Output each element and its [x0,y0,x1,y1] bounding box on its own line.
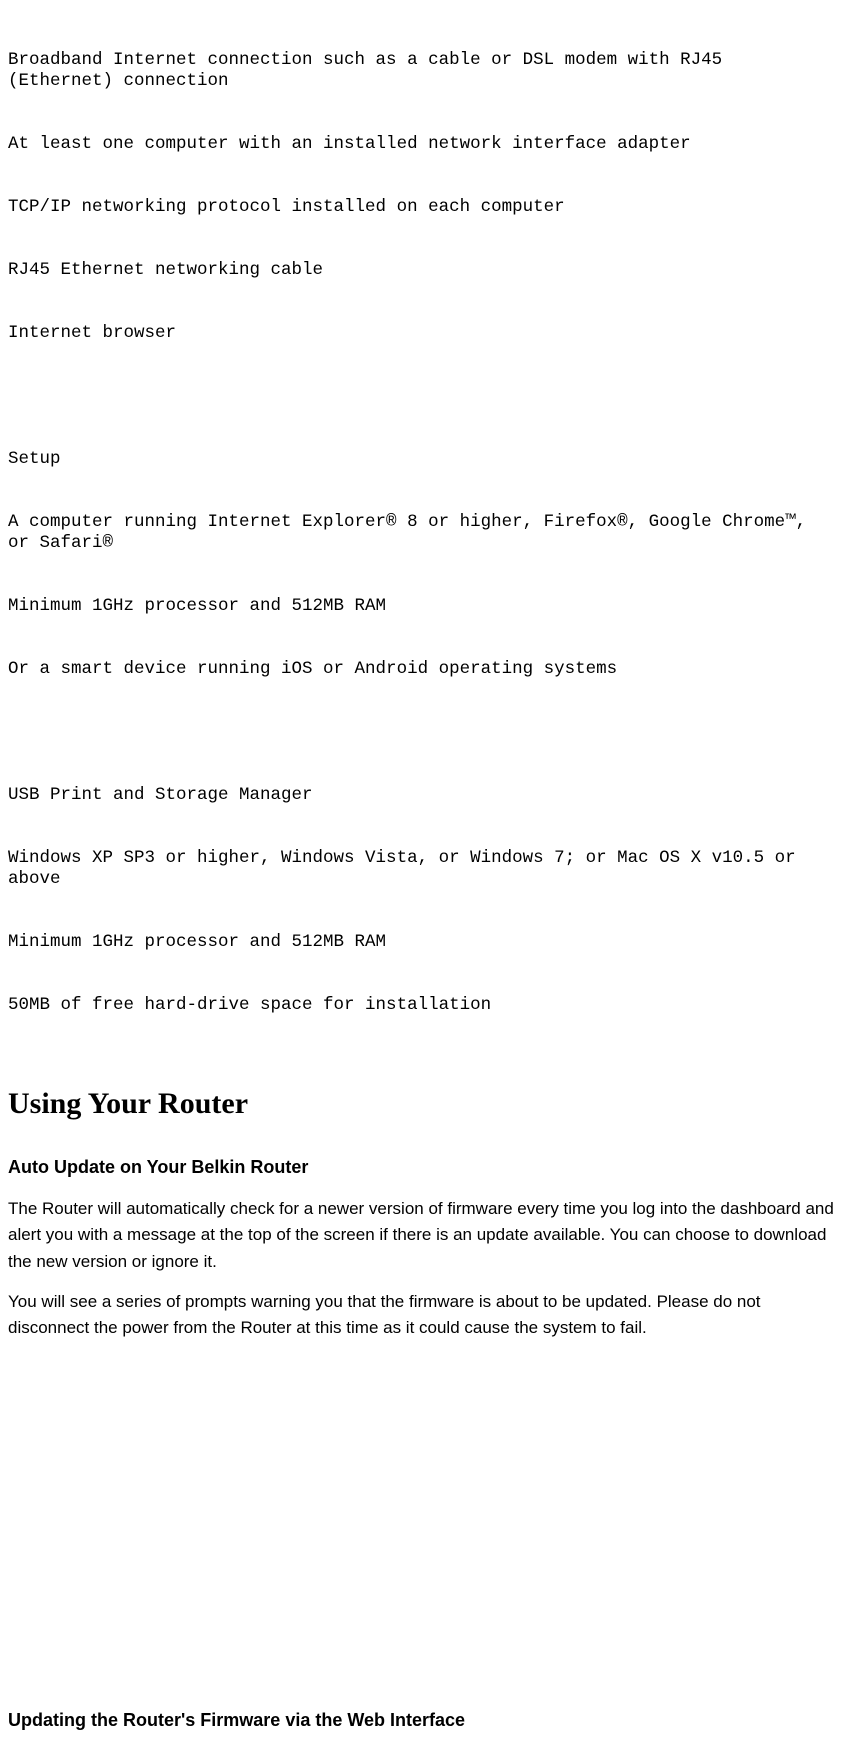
requirement-line: Broadband Internet connection such as a … [8,50,835,92]
subsection-title-updating-firmware: Updating the Router's Firmware via the W… [8,1682,835,1735]
usb-line: 50MB of free hard-drive space for instal… [8,995,835,1016]
requirement-line: RJ45 Ethernet networking cable [8,260,835,281]
body-paragraph: You will see a series of prompts warning… [8,1289,835,1342]
requirement-line: TCP/IP networking protocol installed on … [8,197,835,218]
usb-heading: USB Print and Storage Manager [8,785,835,806]
setup-heading: Setup [8,449,835,470]
subsection-title-auto-update: Auto Update on Your Belkin Router [8,1129,835,1182]
usb-line: Windows XP SP3 or higher, Windows Vista,… [8,848,835,890]
setup-line: A computer running Internet Explorer® 8 … [8,512,835,554]
requirement-line: At least one computer with an installed … [8,134,835,155]
setup-line: Minimum 1GHz processor and 512MB RAM [8,596,835,617]
setup-line: Or a smart device running iOS or Android… [8,659,835,680]
usb-line: Minimum 1GHz processor and 512MB RAM [8,932,835,953]
body-paragraph: The Router will automatically check for … [8,1196,835,1275]
section-title: Using Your Router [8,1037,835,1129]
requirement-line: Internet browser [8,323,835,344]
